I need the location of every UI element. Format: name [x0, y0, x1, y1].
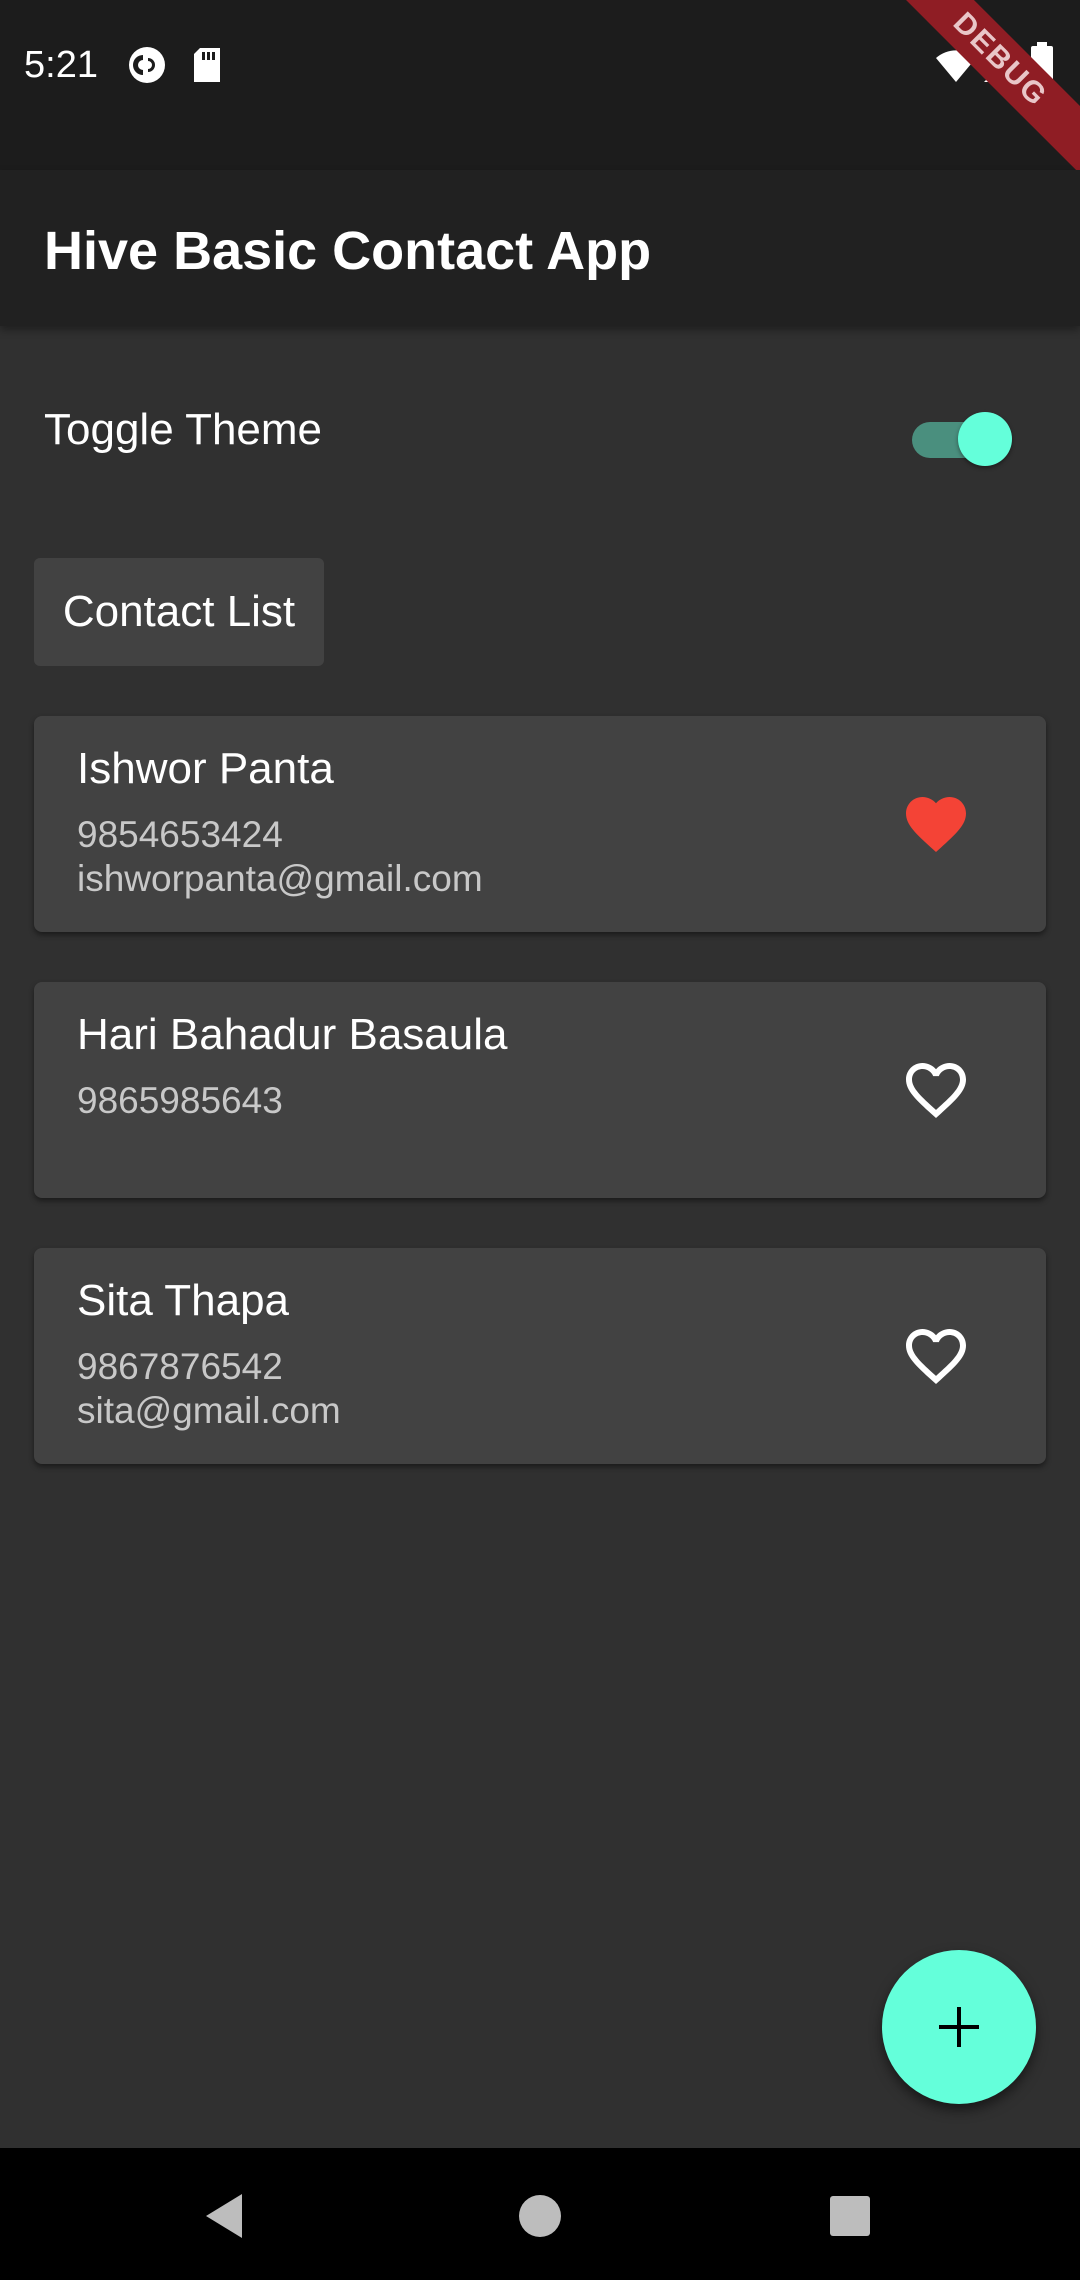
contact-phone: 9867876542	[77, 1346, 283, 1387]
home-icon[interactable]	[512, 2188, 568, 2244]
contact-phone: 9865985643	[77, 1080, 283, 1121]
sd-card-icon	[192, 46, 222, 89]
contact-list-button[interactable]: Contact List	[34, 558, 324, 666]
add-contact-button[interactable]	[882, 1950, 1036, 2104]
contact-card[interactable]: Hari Bahadur Basaula 9865985643	[34, 982, 1046, 1198]
contact-email: sita@gmail.com	[77, 1390, 341, 1431]
app-title: Hive Basic Contact App	[44, 221, 652, 281]
switch-thumb	[958, 412, 1012, 466]
plus-icon	[939, 2007, 979, 2047]
debug-banner: DEBUG	[876, 0, 1080, 184]
status-bar: 5:21 DEBUG	[0, 0, 1080, 184]
favorite-filled-heart-icon[interactable]	[898, 788, 974, 860]
contact-email: ishworpanta@gmail.com	[77, 858, 483, 899]
theme-toggle-switch[interactable]	[908, 408, 1012, 466]
recents-icon[interactable]	[822, 2188, 878, 2244]
back-icon[interactable]	[198, 2188, 254, 2244]
pocket-casts-icon	[128, 46, 166, 89]
contact-card[interactable]: Sita Thapa 9867876542 sita@gmail.com	[34, 1248, 1046, 1464]
contact-name: Sita Thapa	[77, 1276, 290, 1325]
contact-name: Hari Bahadur Basaula	[77, 1010, 508, 1059]
contact-name: Ishwor Panta	[77, 744, 334, 793]
contact-card[interactable]: Ishwor Panta 9854653424 ishworpanta@gmai…	[34, 716, 1046, 932]
app-bar: Hive Basic Contact App	[0, 170, 1080, 326]
favorite-outline-heart-icon[interactable]	[898, 1054, 974, 1126]
theme-toggle-row: Toggle Theme	[0, 380, 1080, 480]
contact-phone: 9854653424	[77, 814, 283, 855]
navigation-bar	[0, 2148, 1080, 2280]
theme-toggle-label: Toggle Theme	[44, 405, 323, 454]
status-time: 5:21	[24, 44, 98, 86]
favorite-outline-heart-icon[interactable]	[898, 1320, 974, 1392]
